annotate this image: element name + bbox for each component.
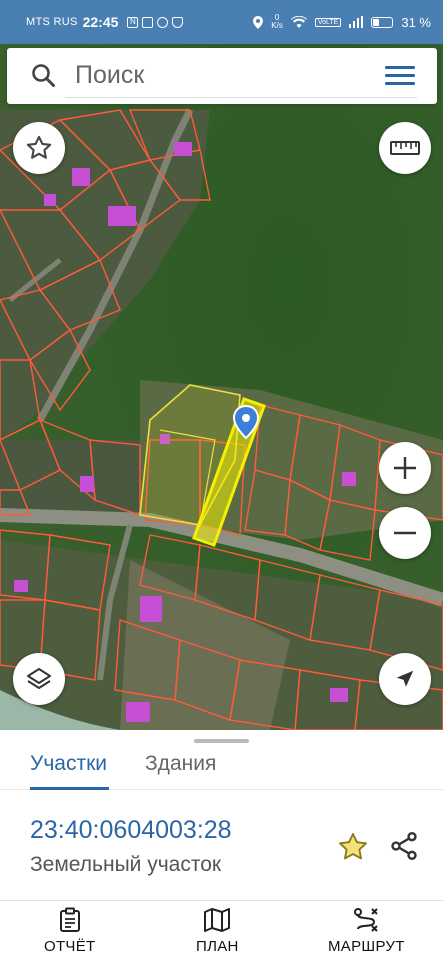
speed-unit: K/s: [271, 21, 283, 30]
my-location-button[interactable]: [379, 653, 431, 705]
nav-report-label: ОТЧЁТ: [44, 938, 96, 955]
bottom-navigation: ОТЧЁТ ПЛАН МАРШРУТ: [0, 900, 443, 960]
minus-icon: [394, 531, 416, 535]
battery-percent: 31 %: [401, 14, 431, 30]
battery-icon: [371, 16, 394, 28]
nav-plan[interactable]: ПЛАН: [196, 907, 239, 955]
share-icon: [391, 832, 417, 860]
tab-parcels[interactable]: Участки: [30, 748, 109, 790]
parcel-bottom-sheet: Участки Здания 23:40:0604003:28 Земельны…: [0, 730, 443, 900]
parcel-type-label: Земельный участок: [30, 853, 222, 876]
favorite-map-button[interactable]: [13, 122, 65, 174]
star-outline-icon: [26, 135, 52, 159]
status-left: MTS RUS 22:45 N: [26, 14, 184, 30]
notification-icons: N: [127, 16, 184, 28]
layers-button[interactable]: [13, 653, 65, 705]
zoom-out-button[interactable]: [379, 507, 431, 559]
carrier-label: MTS RUS: [26, 16, 78, 28]
sheet-drag-handle[interactable]: [194, 739, 249, 743]
navigation-arrow-icon: [396, 670, 414, 687]
ruler-button[interactable]: [379, 122, 431, 174]
map-plan-icon: [204, 908, 231, 932]
signal-icon: [349, 16, 364, 28]
zoom-in-button[interactable]: [379, 442, 431, 494]
app-icon: [157, 16, 169, 28]
network-speed: 0 K/s: [271, 14, 283, 30]
layers-icon: [27, 668, 51, 689]
satellite-map-layer[interactable]: [0, 44, 443, 730]
gallery-icon: [142, 16, 154, 28]
share-button[interactable]: [388, 830, 422, 864]
add-favorite-button[interactable]: [336, 830, 370, 864]
star-icon: [339, 833, 367, 860]
nav-route[interactable]: МАРШРУТ: [328, 907, 405, 955]
report-icon: [59, 907, 80, 932]
shield-icon: [172, 16, 184, 28]
ruler-icon: [390, 141, 420, 155]
wifi-icon: [290, 16, 307, 28]
status-bar: MTS RUS 22:45 N 0 K/s VoLTE 31 %: [0, 0, 443, 44]
search-input[interactable]: [65, 54, 417, 98]
location-icon: [253, 15, 264, 29]
tab-buildings[interactable]: Здания: [145, 748, 216, 790]
cadastral-map[interactable]: [0, 44, 443, 730]
cadastral-number[interactable]: 23:40:0604003:28: [30, 816, 232, 845]
clock: 22:45: [82, 14, 119, 30]
nav-route-label: МАРШРУТ: [328, 938, 405, 955]
search-bar: [7, 48, 437, 104]
sheet-tabs: Участки Здания: [0, 744, 443, 790]
route-icon: [354, 908, 379, 932]
plus-icon: [394, 457, 416, 479]
nfc-icon: N: [127, 16, 139, 28]
battery-level: [373, 18, 380, 26]
volte-badge: VoLTE: [314, 17, 342, 27]
nav-plan-label: ПЛАН: [196, 938, 239, 955]
hamburger-menu-icon[interactable]: [385, 66, 415, 86]
nav-report[interactable]: ОТЧЁТ: [44, 907, 96, 955]
search-icon[interactable]: [31, 63, 65, 89]
status-right: 0 K/s VoLTE 31 %: [253, 14, 431, 30]
